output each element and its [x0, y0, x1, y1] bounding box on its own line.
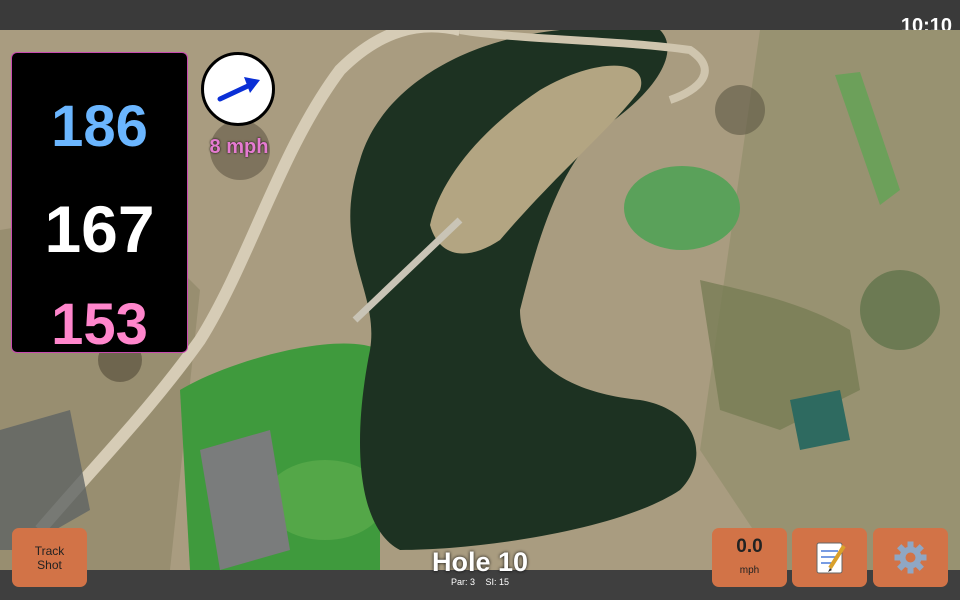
notes-button[interactable] [792, 528, 867, 587]
speed-button[interactable]: 0.0 mph [712, 528, 787, 587]
arrow-up-right-icon [217, 77, 260, 102]
satellite-map[interactable]: 186 167 153 8 mph [0, 30, 960, 570]
speed-unit: mph [739, 565, 760, 576]
hole-title: Hole 10 [431, 547, 529, 577]
track-shot-button[interactable]: Track Shot [12, 528, 87, 587]
hole-info: Par: 3 SI: 15 [380, 577, 580, 587]
hole-stroke-index: SI: 15 [485, 577, 510, 587]
notepad-icon [816, 542, 846, 574]
status-bar: 10:10 [0, 0, 960, 37]
distance-back: 186 [51, 94, 148, 159]
track-shot-label-line2: Shot [37, 557, 62, 572]
distance-middle: 167 [44, 192, 155, 266]
track-shot-label-line1: Track [34, 543, 65, 558]
wind-speed: 8 mph [209, 136, 269, 158]
settings-button[interactable] [873, 528, 948, 587]
gear-icon [894, 541, 927, 574]
hole-par: Par: 3 [450, 577, 475, 587]
distance-front: 153 [51, 292, 148, 357]
wind-direction-dial [201, 52, 275, 126]
speed-value: 0.0 [736, 536, 763, 557]
distance-panel: 186 167 153 [11, 52, 188, 357]
